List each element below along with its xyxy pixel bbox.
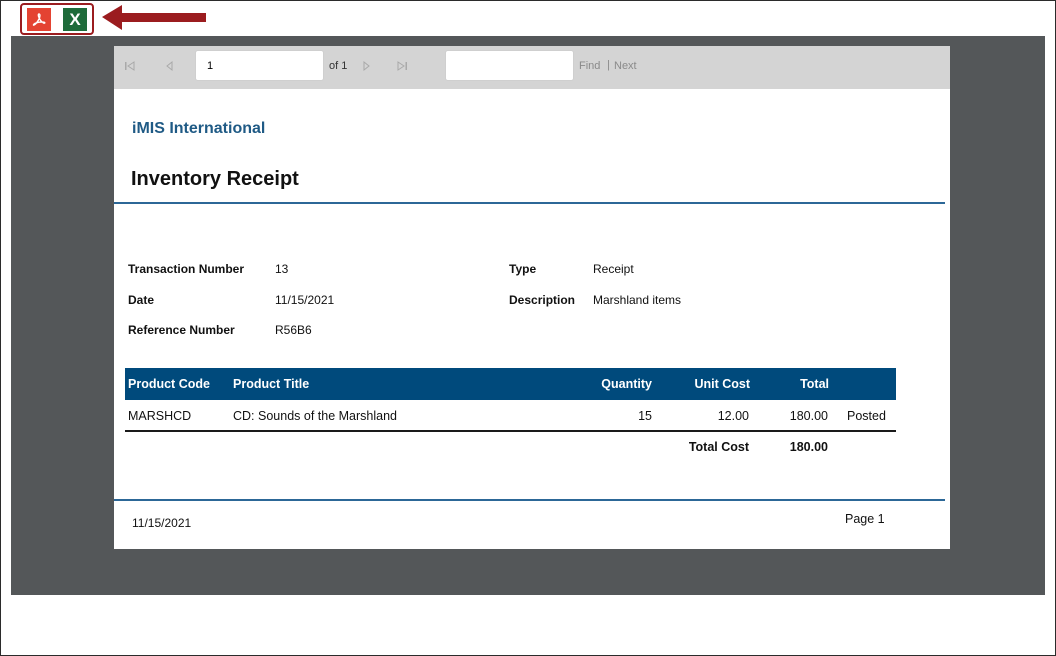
pdf-export-icon[interactable] <box>27 8 51 31</box>
cell-unit-cost: 12.00 <box>717 409 749 423</box>
description-label: Description <box>509 293 576 307</box>
cell-quantity: 15 <box>638 409 652 423</box>
cell-product-title: CD: Sounds of the Marshland <box>233 409 397 423</box>
type-value: Receipt <box>593 262 634 276</box>
report-page: 1 of 1 Find | Next iMIS International In… <box>114 46 950 549</box>
previous-page-icon[interactable] <box>163 59 177 73</box>
transaction-number-value: 13 <box>275 262 289 276</box>
footer-page-number: Page 1 <box>845 512 885 526</box>
pager-toolbar: 1 of 1 Find | Next <box>114 46 950 89</box>
cell-product-code: MARSHCD <box>128 409 192 423</box>
cell-total: 180.00 <box>789 409 828 423</box>
organization-name: iMIS International <box>132 120 266 137</box>
next-page-icon[interactable] <box>359 59 373 73</box>
page-count-label: of 1 <box>329 60 348 72</box>
date-value: 11/15/2021 <box>275 293 335 307</box>
find-text-input[interactable] <box>445 50 574 81</box>
page-number-input[interactable]: 1 <box>195 50 324 81</box>
date-label: Date <box>128 293 155 307</box>
column-header-total: Total <box>800 377 829 391</box>
footer-date: 11/15/2021 <box>132 516 192 530</box>
column-header-product-code: Product Code <box>128 377 210 391</box>
report-title: Inventory Receipt <box>131 168 299 190</box>
description-value: Marshland items <box>593 293 682 307</box>
transaction-number-label: Transaction Number <box>128 262 245 276</box>
footer-divider <box>114 499 945 501</box>
pointer-arrow-icon <box>102 5 206 30</box>
excel-glyph: X <box>69 9 81 29</box>
first-page-icon[interactable] <box>123 59 137 73</box>
column-header-quantity: Quantity <box>601 377 652 391</box>
header-divider <box>114 202 945 204</box>
find-separator: | <box>607 59 610 71</box>
column-header-product-title: Product Title <box>233 377 310 391</box>
find-next-link[interactable]: Next <box>614 60 637 72</box>
find-link[interactable]: Find <box>579 60 600 72</box>
type-label: Type <box>509 262 537 276</box>
excel-export-icon[interactable]: X <box>63 8 87 31</box>
total-cost-label: Total Cost <box>688 440 749 454</box>
column-header-unit-cost: Unit Cost <box>694 377 750 391</box>
reference-number-value: R56B6 <box>275 323 312 337</box>
table-header: Product Code Product Title Quantity Unit… <box>125 368 896 400</box>
total-cost-value: 180.00 <box>789 440 828 454</box>
cell-status: Posted <box>847 409 886 423</box>
reference-number-label: Reference Number <box>128 323 235 337</box>
last-page-icon[interactable] <box>395 59 409 73</box>
export-toolbar: X <box>20 3 94 35</box>
table-bottom-border <box>125 430 896 432</box>
